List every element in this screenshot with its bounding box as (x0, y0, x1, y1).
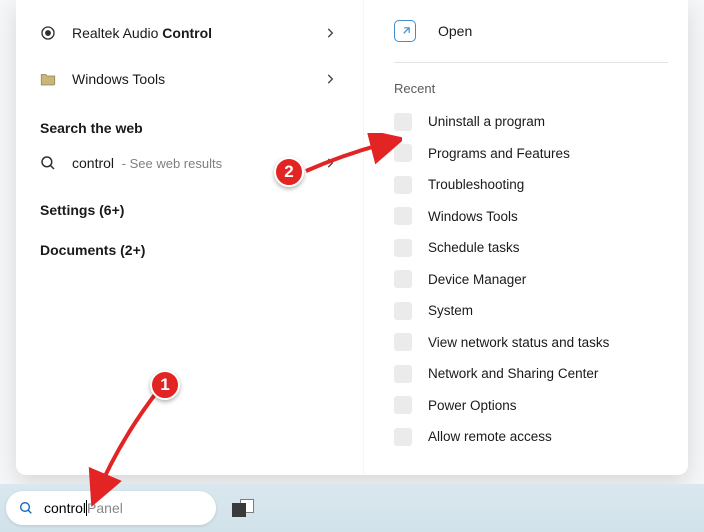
recent-item-8[interactable]: Network and Sharing Center (394, 358, 668, 390)
section-documents[interactable]: Documents (2+) (38, 224, 341, 264)
recent-item-4[interactable]: Schedule tasks (394, 232, 668, 264)
section-search-the-web: Search the web (38, 102, 341, 142)
recent-thumb-icon (394, 239, 412, 257)
result-label: Realtek Audio Control (72, 25, 212, 41)
start-search-panel: Realtek Audio Control Windows Tools Sear… (16, 0, 688, 475)
recent-header: Recent (394, 79, 668, 106)
recent-thumb-icon (394, 207, 412, 225)
details-column: Open Recent Uninstall a program Programs … (364, 0, 688, 475)
recent-thumb-icon (394, 428, 412, 446)
speaker-icon (38, 23, 58, 43)
recent-item-7[interactable]: View network status and tasks (394, 327, 668, 359)
recent-thumb-icon (394, 113, 412, 131)
recent-list: Uninstall a program Programs and Features… (394, 106, 668, 453)
recent-thumb-icon (394, 333, 412, 351)
section-settings[interactable]: Settings (6+) (38, 184, 341, 224)
taskbar-search-box[interactable]: controlPanel (6, 491, 216, 525)
recent-item-label: Allow remote access (428, 429, 552, 444)
taskbar: controlPanel (0, 484, 704, 532)
search-results-column: Realtek Audio Control Windows Tools Sear… (16, 0, 364, 475)
recent-item-9[interactable]: Power Options (394, 390, 668, 422)
recent-item-label: Windows Tools (428, 209, 518, 224)
recent-item-2[interactable]: Troubleshooting (394, 169, 668, 201)
recent-item-label: Uninstall a program (428, 114, 545, 129)
recent-item-label: Schedule tasks (428, 240, 520, 255)
open-icon (394, 20, 416, 42)
recent-item-6[interactable]: System (394, 295, 668, 327)
chevron-right-icon (319, 22, 341, 44)
web-result-label: control - See web results (72, 155, 222, 171)
recent-thumb-icon (394, 144, 412, 162)
open-action[interactable]: Open (394, 10, 668, 52)
result-label: Windows Tools (72, 71, 165, 87)
recent-thumb-icon (394, 396, 412, 414)
recent-item-label: System (428, 303, 473, 318)
recent-item-label: View network status and tasks (428, 335, 609, 350)
recent-item-label: Device Manager (428, 272, 526, 287)
result-windows-tools[interactable]: Windows Tools (38, 56, 341, 102)
recent-item-10[interactable]: Allow remote access (394, 421, 668, 453)
search-icon (18, 500, 34, 516)
recent-item-label: Network and Sharing Center (428, 366, 598, 381)
annotation-badge-2: 2 (274, 157, 304, 187)
recent-item-label: Troubleshooting (428, 177, 524, 192)
recent-thumb-icon (394, 302, 412, 320)
chevron-right-icon (319, 152, 341, 174)
recent-item-0[interactable]: Uninstall a program (394, 106, 668, 138)
result-realtek-audio-control[interactable]: Realtek Audio Control (38, 10, 341, 56)
search-typed-text: control (44, 500, 86, 516)
recent-item-1[interactable]: Programs and Features (394, 138, 668, 170)
recent-item-label: Power Options (428, 398, 517, 413)
search-icon (38, 153, 58, 173)
folder-tools-icon (38, 69, 58, 89)
recent-item-5[interactable]: Device Manager (394, 264, 668, 296)
recent-item-3[interactable]: Windows Tools (394, 201, 668, 233)
divider (394, 62, 668, 63)
chevron-right-icon (319, 68, 341, 90)
annotation-badge-1: 1 (150, 370, 180, 400)
open-label: Open (438, 23, 472, 39)
recent-thumb-icon (394, 270, 412, 288)
task-view-button[interactable] (230, 495, 256, 521)
recent-thumb-icon (394, 176, 412, 194)
recent-thumb-icon (394, 365, 412, 383)
recent-item-label: Programs and Features (428, 146, 570, 161)
search-autosuggest: Panel (87, 500, 123, 516)
task-view-icon (232, 499, 254, 517)
